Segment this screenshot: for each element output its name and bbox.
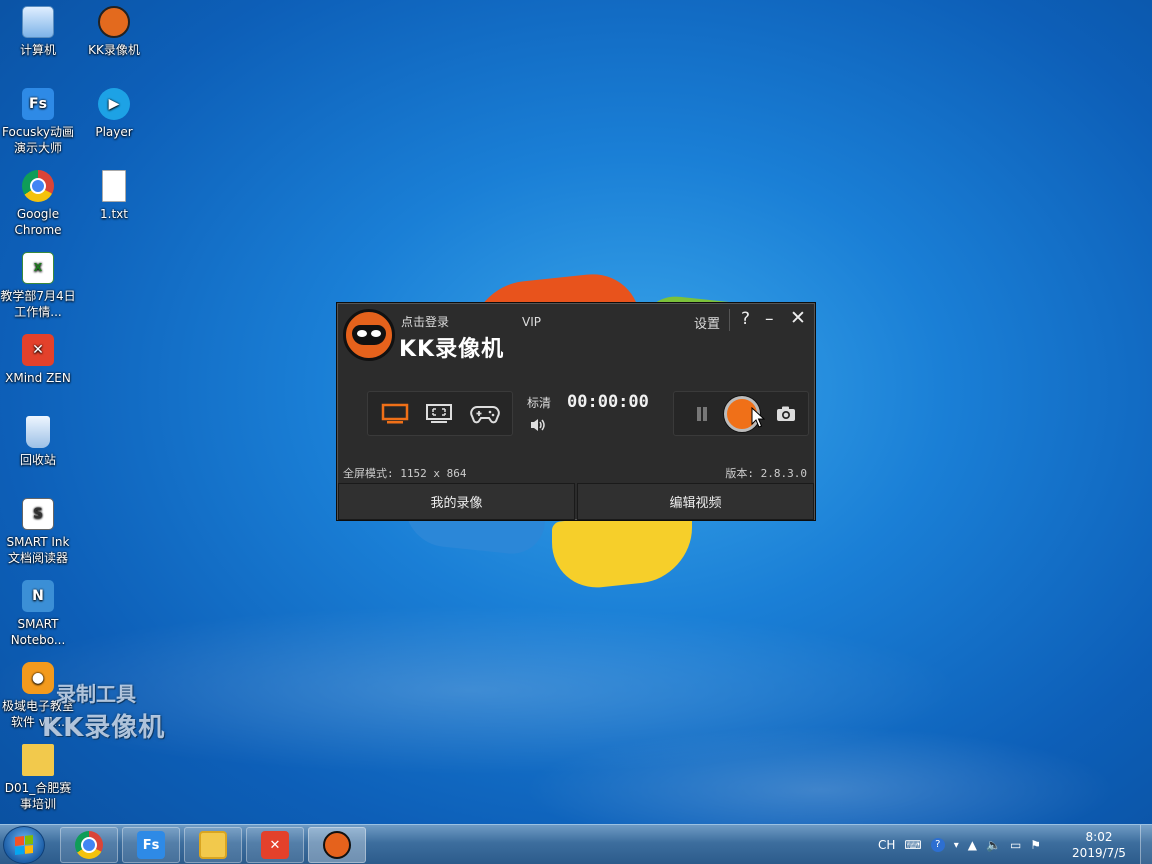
desktop-icon-label: SMART Notebo... xyxy=(10,617,66,647)
recording-timer: 00:00:00 xyxy=(567,392,649,412)
login-link[interactable]: 点击登录 xyxy=(401,313,449,330)
mouse-cursor-icon xyxy=(751,407,765,428)
edit-video-button[interactable]: 编辑视频 xyxy=(577,483,814,520)
kk-recorder-icon xyxy=(323,831,351,859)
folder-icon xyxy=(22,744,54,776)
vip-badge[interactable]: VIP xyxy=(522,315,541,329)
desktop-icon-player[interactable]: ▶ Player xyxy=(76,88,152,140)
watermark-line-1: 录制工具 xyxy=(56,682,136,706)
help-circle-icon[interactable]: ? xyxy=(930,838,945,852)
taskbar-focusky[interactable]: Fs xyxy=(122,827,180,863)
capture-mode-group xyxy=(367,391,513,436)
taskbar-chrome[interactable] xyxy=(60,827,118,863)
taskbar-kk-recorder[interactable] xyxy=(308,827,366,863)
focusky-icon: Fs xyxy=(137,831,165,859)
close-button[interactable]: ✕ xyxy=(790,307,806,329)
windows-logo-icon xyxy=(15,835,33,855)
kk-recorder-window: 点击登录 KK录像机 VIP 设置 ? – ✕ 标清 00:00:00 全屏模式… xyxy=(336,302,816,521)
desktop-icon-label: KK录像机 xyxy=(88,43,140,57)
smart-notebook-icon: N xyxy=(22,580,54,612)
ime-options-icon[interactable]: ▾ xyxy=(954,840,959,851)
fullscreen-mode-icon[interactable] xyxy=(380,402,410,426)
minimize-button[interactable]: – xyxy=(765,309,774,329)
desktop-icon-computer[interactable]: 计算机 xyxy=(0,6,76,58)
desktop-icon-label: 1.txt xyxy=(100,207,128,221)
chrome-icon xyxy=(75,831,103,859)
volume-icon[interactable] xyxy=(529,417,547,437)
desktop-icon-label: Focusky动画演示大师 xyxy=(2,125,74,155)
desktop-icon-label: XMind ZEN xyxy=(5,371,71,385)
desktop-icon-xmind[interactable]: ✕ XMind ZEN xyxy=(0,334,76,386)
taskbar: Fs ✕ CH ⌨ ? ▾ ▲ 🔈 ▭ ⚑ 8:02 2019/7/5 xyxy=(0,824,1152,864)
file-explorer-icon xyxy=(199,831,227,859)
record-controls xyxy=(673,391,809,436)
desktop-icon-label: 教学部7月4日工作情... xyxy=(0,289,76,319)
desktop-icon-folder[interactable]: D01_合肥赛事培训 xyxy=(0,744,76,812)
smart-ink-icon: S xyxy=(22,498,54,530)
chrome-icon xyxy=(22,170,54,202)
show-hidden-icons-icon[interactable]: ▲ xyxy=(968,838,977,852)
clock-time: 8:02 xyxy=(1085,830,1113,844)
screenshot-camera-icon[interactable] xyxy=(776,405,796,427)
action-center-flag-icon[interactable]: ⚑ xyxy=(1030,838,1041,852)
speaker-icon[interactable]: 🔈 xyxy=(986,838,1001,852)
text-file-icon xyxy=(102,170,126,202)
desktop-icon-label: 回收站 xyxy=(19,453,56,467)
quality-select[interactable]: 标清 xyxy=(527,394,551,411)
taskbar-clock[interactable]: 8:02 2019/7/5 xyxy=(1066,829,1132,861)
player-icon: ▶ xyxy=(98,88,130,120)
system-tray: CH ⌨ ? ▾ ▲ 🔈 ▭ ⚑ xyxy=(878,831,1041,859)
desktop-icon-label: 计算机 xyxy=(19,43,56,57)
desktop-icon-txt-file[interactable]: 1.txt xyxy=(76,170,152,222)
desktop-icon-chrome[interactable]: Google Chrome xyxy=(0,170,76,238)
recycle-bin-icon xyxy=(26,416,50,448)
version-label: 版本: 2.8.3.0 xyxy=(725,467,807,480)
focusky-icon: Fs xyxy=(22,88,54,120)
title-divider xyxy=(729,309,730,331)
region-mode-icon[interactable] xyxy=(424,402,454,426)
pause-button[interactable] xyxy=(694,405,710,423)
kk-recorder-icon xyxy=(98,6,130,38)
desktop-icon-label: SMART Ink 文档阅读器 xyxy=(6,535,70,565)
taskbar-xmind[interactable]: ✕ xyxy=(246,827,304,863)
desktop-icon-smart-notebook[interactable]: N SMART Notebo... xyxy=(0,580,76,648)
show-desktop-button[interactable] xyxy=(1140,825,1152,864)
desktop-icon-smart-ink[interactable]: S SMART Ink 文档阅读器 xyxy=(0,498,76,566)
taskbar-explorer[interactable] xyxy=(184,827,242,863)
desktop-icon-label: Google Chrome xyxy=(14,207,62,237)
desktop-icon-focusky[interactable]: Fs Focusky动画演示大师 xyxy=(0,88,76,156)
desktop-icon-label: D01_合肥赛事培训 xyxy=(4,781,72,811)
help-button[interactable]: ? xyxy=(741,309,750,329)
excel-file-icon: X xyxy=(22,252,54,284)
network-icon[interactable]: ▭ xyxy=(1010,838,1021,852)
xmind-icon: ✕ xyxy=(261,831,289,859)
start-button[interactable] xyxy=(3,826,45,864)
fullscreen-mode-label: 全屏模式: 1152 x 864 xyxy=(343,467,467,480)
kk-raccoon-logo-icon xyxy=(343,309,395,361)
computer-icon xyxy=(22,6,54,38)
clock-date: 2019/7/5 xyxy=(1072,846,1126,860)
desktop-icon-excel-file[interactable]: X 教学部7月4日工作情... xyxy=(0,252,76,320)
keyboard-icon[interactable]: ⌨ xyxy=(904,838,921,852)
app-title: KK录像机 xyxy=(399,337,505,362)
desktop-icon-label: Player xyxy=(95,125,133,139)
desktop-icon-recycle-bin[interactable]: 回收站 xyxy=(0,416,76,468)
desktop-icon-kk-recorder[interactable]: KK录像机 xyxy=(76,6,152,58)
game-mode-icon[interactable] xyxy=(470,402,500,426)
xmind-icon: ✕ xyxy=(22,334,54,366)
settings-button[interactable]: 设置 xyxy=(694,313,720,332)
watermark-line-2: KK录像机 xyxy=(42,713,166,743)
input-language[interactable]: CH xyxy=(878,838,895,852)
recorder-watermark: 录制工具 KK录像机 xyxy=(42,678,165,744)
my-recordings-button[interactable]: 我的录像 xyxy=(338,483,575,520)
